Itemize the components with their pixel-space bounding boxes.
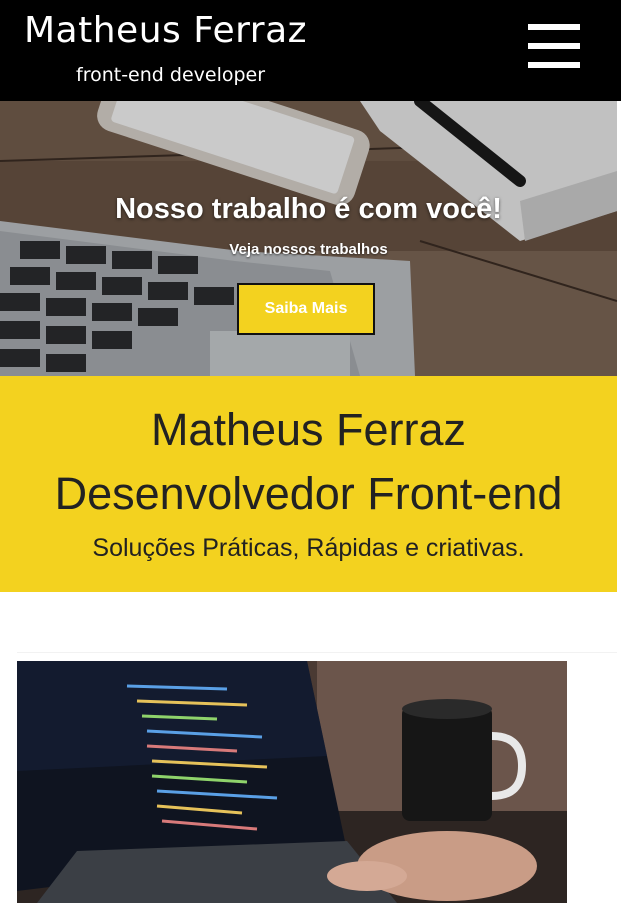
menu-bar: [528, 43, 580, 49]
work-image: [17, 661, 567, 903]
about-tagline: Soluções Práticas, Rápidas e criativas.: [92, 534, 525, 562]
about-section: Matheus Ferraz Desenvolvedor Front-end S…: [0, 376, 617, 592]
brand-subtitle: front-end developer: [76, 64, 266, 86]
about-role: Desenvolvedor Front-end: [54, 468, 563, 519]
menu-bar: [528, 62, 580, 68]
hamburger-menu-icon[interactable]: [528, 24, 580, 70]
brand-title[interactable]: Matheus Ferraz: [24, 10, 307, 51]
hero-subheading: Veja nossos trabalhos: [229, 241, 388, 258]
site-header: Matheus Ferraz front-end developer: [0, 0, 621, 101]
about-name: Matheus Ferraz: [150, 404, 467, 455]
hero-heading: Nosso trabalho é com você!: [115, 193, 502, 225]
hero-banner: Nosso trabalho é com você! Veja nossos t…: [0, 101, 617, 376]
divider: [17, 652, 617, 653]
laptop-coding-image: [17, 661, 567, 903]
menu-bar: [528, 24, 580, 30]
saiba-mais-button[interactable]: Saiba Mais: [237, 283, 375, 335]
